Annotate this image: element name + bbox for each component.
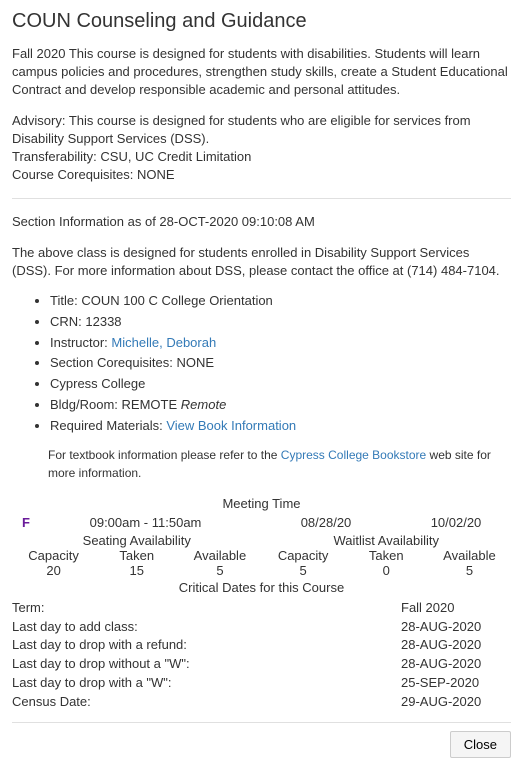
detail-materials: Required Materials: View Book Informatio…	[50, 417, 511, 436]
critical-row: Last day to add class:28-AUG-2020	[12, 618, 511, 637]
critical-row: Last day to drop with a refund:28-AUG-20…	[12, 636, 511, 655]
detail-title: Title: COUN 100 C College Orientation	[50, 292, 511, 311]
detail-instructor: Instructor: Michelle, Deborah	[50, 334, 511, 353]
instructor-link[interactable]: Michelle, Deborah	[111, 335, 216, 350]
bookstore-link[interactable]: Cypress College Bookstore	[281, 448, 426, 462]
detail-bldg: Bldg/Room: REMOTE Remote	[50, 396, 511, 415]
section-note: The above class is designed for students…	[12, 244, 511, 280]
critical-dates-heading: Critical Dates for this Course	[12, 580, 511, 595]
meeting-time: 09:00am - 11:50am	[40, 515, 251, 530]
critical-dates-list: Term:Fall 2020 Last day to add class:28-…	[12, 599, 511, 712]
course-corequisites-text: Course Corequisites: NONE	[12, 166, 511, 184]
textbook-note: For textbook information please refer to…	[48, 446, 511, 482]
detail-section-coreq: Section Corequisites: NONE	[50, 354, 511, 373]
detail-crn: CRN: 12338	[50, 313, 511, 332]
critical-row: Last day to drop with a "W":25-SEP-2020	[12, 674, 511, 693]
section-info-heading: Section Information as of 28-OCT-2020 09…	[12, 213, 511, 231]
seating-available: 5	[178, 563, 261, 578]
meeting-start: 08/28/20	[251, 515, 401, 530]
critical-row: Last day to drop without a "W":28-AUG-20…	[12, 655, 511, 674]
availability-headings: Seating Availability Waitlist Availabili…	[12, 533, 511, 548]
meeting-row: F 09:00am - 11:50am 08/28/20 10/02/20	[12, 515, 511, 530]
availability-subhead: Capacity Taken Available Capacity Taken …	[12, 548, 511, 563]
advisory-text: Advisory: This course is designed for st…	[12, 112, 511, 148]
seating-taken: 15	[95, 563, 178, 578]
close-button[interactable]: Close	[450, 731, 511, 758]
transferability-text: Transferability: CSU, UC Credit Limitati…	[12, 148, 511, 166]
advisory-block: Advisory: This course is designed for st…	[12, 112, 511, 185]
meeting-time-heading: Meeting Time	[12, 496, 511, 511]
availability-values: 20 15 5 5 0 5	[12, 563, 511, 578]
critical-row: Census Date:29-AUG-2020	[12, 693, 511, 712]
course-description: Fall 2020 This course is designed for st…	[12, 45, 511, 100]
page-title: COUN Counseling and Guidance	[12, 10, 511, 33]
details-list: Title: COUN 100 C College Orientation CR…	[12, 292, 511, 436]
waitlist-heading: Waitlist Availability	[262, 533, 512, 548]
materials-link[interactable]: View Book Information	[166, 418, 296, 433]
footer: Close	[12, 722, 511, 758]
meeting-end: 10/02/20	[401, 515, 511, 530]
divider	[12, 198, 511, 199]
waitlist-taken: 0	[345, 563, 428, 578]
meeting-day: F	[12, 515, 40, 530]
waitlist-available: 5	[428, 563, 511, 578]
detail-college: Cypress College	[50, 375, 511, 394]
waitlist-capacity: 5	[262, 563, 345, 578]
critical-row: Term:Fall 2020	[12, 599, 511, 618]
seating-heading: Seating Availability	[12, 533, 262, 548]
seating-capacity: 20	[12, 563, 95, 578]
